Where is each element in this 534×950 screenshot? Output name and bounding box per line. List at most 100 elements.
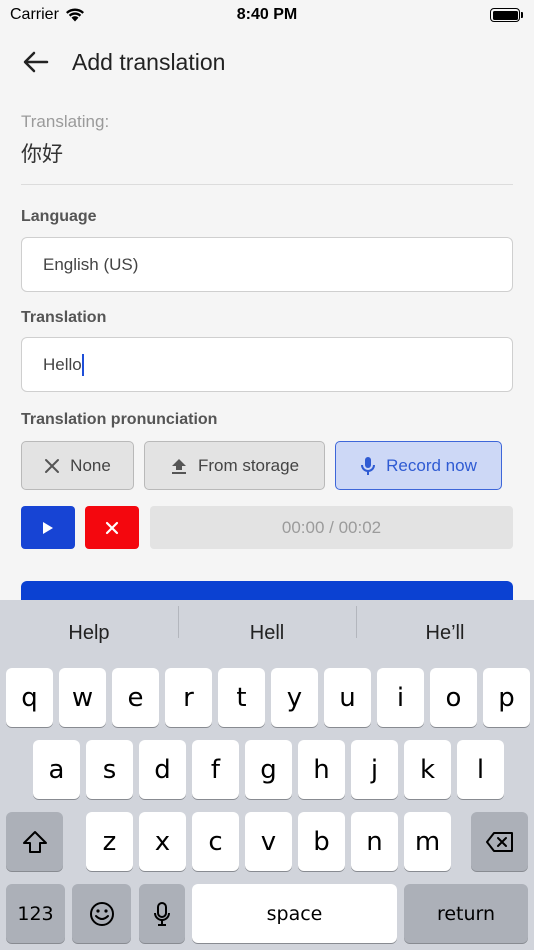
- pronunciation-storage-label: From storage: [197, 455, 300, 475]
- key-d[interactable]: d: [139, 740, 186, 799]
- translation-value: Hello: [43, 354, 82, 374]
- carrier-label: Carrier: [10, 6, 59, 23]
- key-c-label: c: [208, 826, 223, 857]
- pronunciation-record-label: Record now: [386, 455, 477, 475]
- key-f-label: f: [210, 754, 221, 785]
- key-o[interactable]: o: [430, 668, 477, 727]
- key-z[interactable]: z: [86, 812, 133, 871]
- key-e-label: e: [127, 682, 144, 713]
- keyboard: Help Hell He’ll q w e r t y u i o p a s d f g h j k l z x c v b…: [0, 600, 534, 950]
- suggestion-3[interactable]: He’ll: [356, 605, 534, 645]
- key-o-label: o: [445, 682, 462, 713]
- status-left: Carrier: [10, 6, 85, 24]
- key-n-label: n: [366, 826, 383, 857]
- return-key[interactable]: return: [404, 884, 528, 943]
- key-b[interactable]: b: [298, 812, 345, 871]
- key-k-label: k: [419, 754, 436, 785]
- space-key-label: space: [266, 902, 323, 925]
- header: Add translation: [0, 38, 534, 86]
- numbers-key-label: 123: [17, 902, 54, 925]
- return-key-label: return: [436, 902, 496, 925]
- page-title: Add translation: [72, 48, 226, 75]
- key-y-label: y: [286, 682, 303, 713]
- battery-icon: [490, 8, 523, 22]
- language-value: English (US): [43, 254, 139, 274]
- key-t-label: t: [236, 682, 247, 713]
- key-f[interactable]: f: [192, 740, 239, 799]
- key-n[interactable]: n: [351, 812, 398, 871]
- suggestion-2[interactable]: Hell: [178, 605, 356, 645]
- emoji-key[interactable]: [72, 884, 131, 943]
- key-r-label: r: [183, 682, 194, 713]
- microphone-icon: [154, 901, 170, 926]
- key-a-label: a: [48, 754, 65, 785]
- space-key[interactable]: space: [192, 884, 397, 943]
- key-p[interactable]: p: [483, 668, 530, 727]
- status-bar: Carrier 8:40 PM: [0, 0, 534, 30]
- key-v-label: v: [260, 826, 277, 857]
- wifi-icon: [65, 8, 84, 22]
- pronunciation-record-button[interactable]: Record now: [335, 441, 502, 490]
- suggestion-bar: Help Hell He’ll: [0, 600, 534, 666]
- key-w-label: w: [71, 682, 94, 713]
- playback-time: 00:00 / 00:02: [281, 517, 382, 537]
- key-s[interactable]: s: [86, 740, 133, 799]
- back-button[interactable]: [18, 44, 54, 80]
- shift-icon: [22, 830, 47, 853]
- key-x-label: x: [154, 826, 171, 857]
- suggestion-1[interactable]: Help: [0, 622, 178, 645]
- text-cursor: [81, 353, 84, 376]
- translating-value: 你好: [21, 142, 63, 166]
- delete-recording-button[interactable]: [85, 506, 139, 549]
- key-m-label: m: [414, 826, 441, 857]
- pronunciation-label: Translation pronunciation: [21, 411, 218, 428]
- translating-label: Translating:: [21, 112, 110, 131]
- key-i-label: i: [396, 682, 405, 713]
- language-select[interactable]: English (US): [21, 237, 513, 292]
- backspace-icon: [485, 831, 513, 852]
- playback-progress[interactable]: 00:00 / 00:02: [150, 506, 513, 549]
- key-d-label: d: [154, 754, 171, 785]
- key-x[interactable]: x: [139, 812, 186, 871]
- key-h-label: h: [313, 754, 330, 785]
- language-label: Language: [21, 208, 97, 225]
- dictation-key[interactable]: [139, 884, 185, 943]
- key-u-label: u: [339, 682, 356, 713]
- key-c[interactable]: c: [192, 812, 239, 871]
- key-z-label: z: [102, 826, 117, 857]
- emoji-icon: [89, 901, 114, 926]
- key-e[interactable]: e: [112, 668, 159, 727]
- key-l[interactable]: l: [457, 740, 504, 799]
- key-j[interactable]: j: [351, 740, 398, 799]
- key-i[interactable]: i: [377, 668, 424, 727]
- key-g[interactable]: g: [245, 740, 292, 799]
- close-icon: [105, 521, 119, 534]
- key-w[interactable]: w: [59, 668, 106, 727]
- upload-icon: [171, 458, 186, 474]
- key-b-label: b: [313, 826, 330, 857]
- key-q[interactable]: q: [6, 668, 53, 727]
- key-l-label: l: [476, 754, 485, 785]
- pronunciation-none-button[interactable]: None: [21, 441, 134, 490]
- pronunciation-none-label: None: [70, 455, 111, 475]
- shift-key[interactable]: [6, 812, 63, 871]
- key-y[interactable]: y: [271, 668, 318, 727]
- translation-input[interactable]: Hello: [21, 337, 513, 392]
- key-r[interactable]: r: [165, 668, 212, 727]
- key-g-label: g: [260, 754, 277, 785]
- key-v[interactable]: v: [245, 812, 292, 871]
- key-k[interactable]: k: [404, 740, 451, 799]
- key-s-label: s: [102, 754, 117, 785]
- key-t[interactable]: t: [218, 668, 265, 727]
- key-p-label: p: [498, 682, 515, 713]
- backspace-key[interactable]: [471, 812, 528, 871]
- key-u[interactable]: u: [324, 668, 371, 727]
- numbers-key[interactable]: 123: [6, 884, 65, 943]
- pronunciation-storage-button[interactable]: From storage: [144, 441, 325, 490]
- key-a[interactable]: a: [33, 740, 80, 799]
- play-button[interactable]: [21, 506, 75, 549]
- key-j-label: j: [370, 754, 379, 785]
- key-h[interactable]: h: [298, 740, 345, 799]
- key-m[interactable]: m: [404, 812, 451, 871]
- key-q-label: q: [21, 682, 38, 713]
